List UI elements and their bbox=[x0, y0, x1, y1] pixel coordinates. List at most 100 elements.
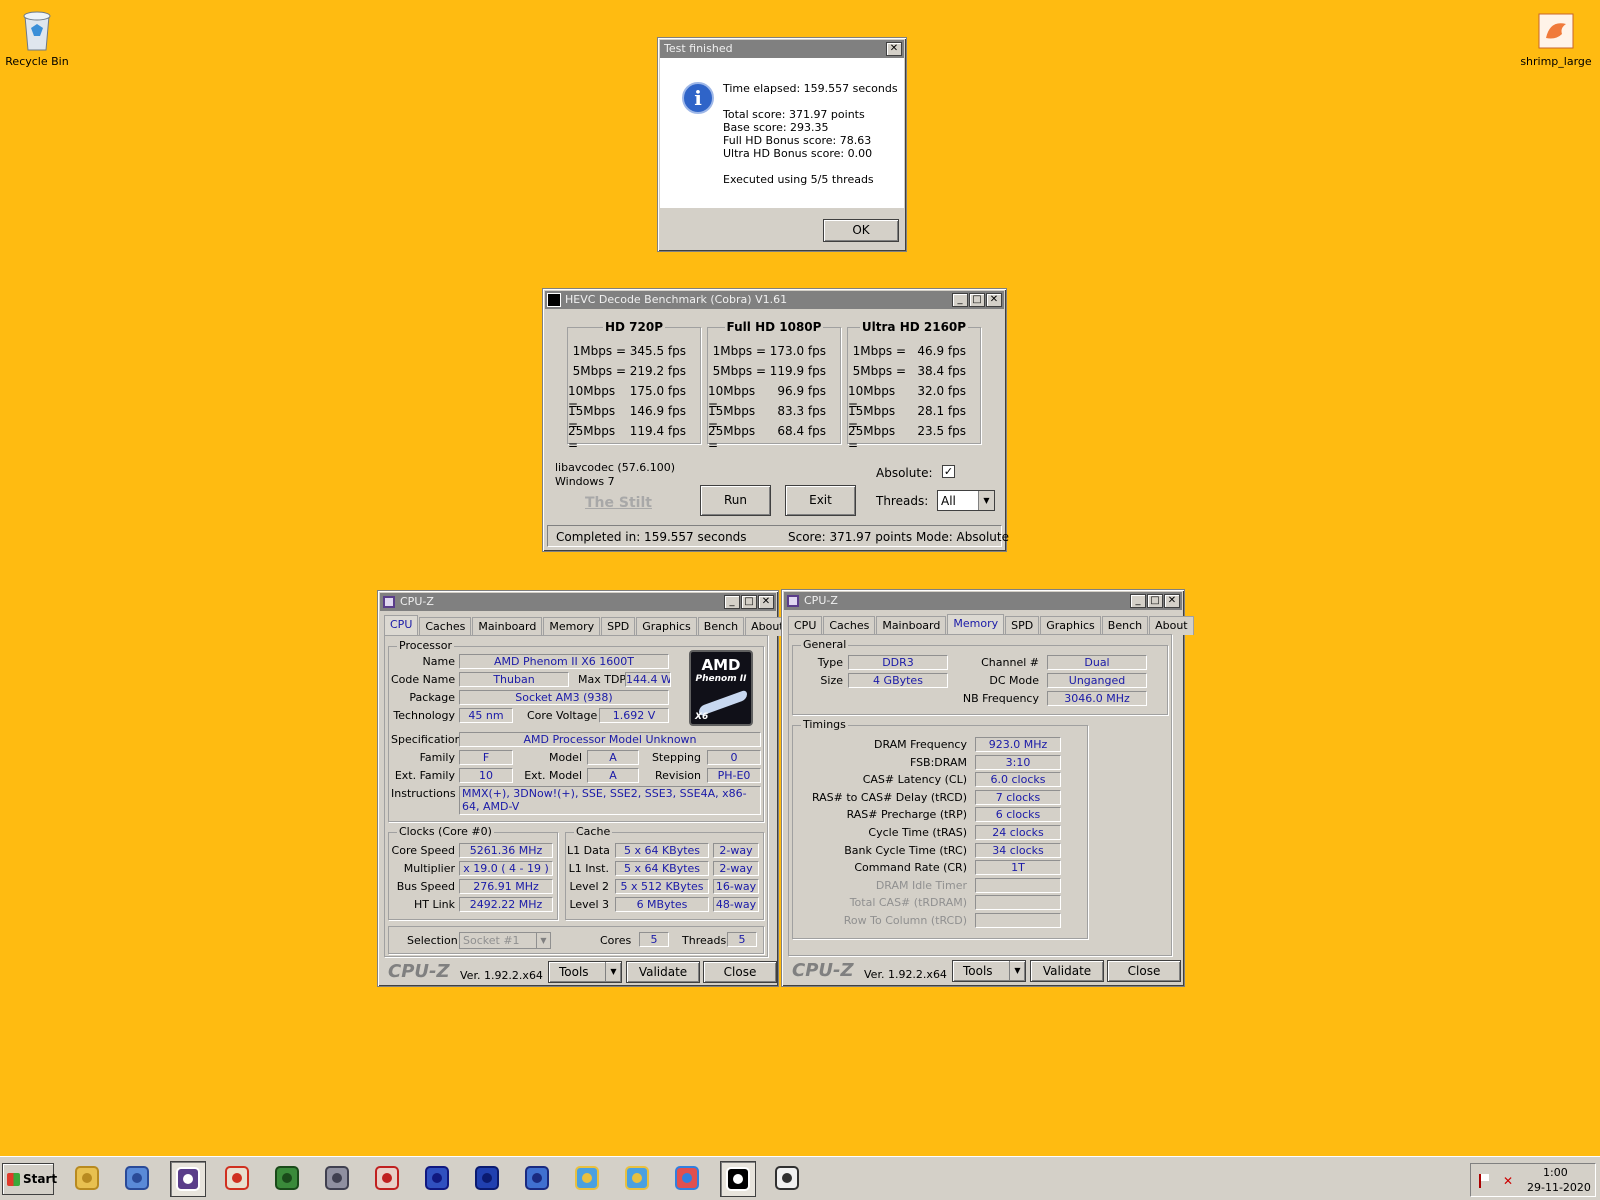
time-elapsed-text: Time elapsed: 159.557 seconds bbox=[723, 82, 898, 95]
timing-label: Cycle Time (tRAS) bbox=[868, 826, 967, 839]
cpuz-app-icon bbox=[383, 596, 395, 608]
tab-mainboard[interactable]: Mainboard bbox=[876, 616, 947, 635]
tab-bench[interactable]: Bench bbox=[697, 617, 745, 636]
x6-logo-text: X6 bbox=[695, 712, 709, 722]
tab-mainboard[interactable]: Mainboard bbox=[472, 617, 543, 636]
cinebench-red-icon[interactable] bbox=[370, 1161, 406, 1197]
close-button[interactable]: Close bbox=[703, 961, 777, 983]
fps-value: 96.9 fps bbox=[777, 384, 826, 398]
tools-button[interactable]: Tools ▼ bbox=[548, 961, 622, 983]
tab-graphics[interactable]: Graphics bbox=[636, 617, 697, 636]
author-link[interactable]: The Stilt bbox=[585, 495, 652, 511]
base-score-text: Base score: 293.35 bbox=[723, 121, 829, 134]
globe-blue-icon[interactable] bbox=[420, 1161, 456, 1197]
model-label: Model bbox=[548, 751, 582, 764]
colorful-kite-icon[interactable] bbox=[670, 1161, 706, 1197]
flag-icon[interactable] bbox=[1479, 1174, 1489, 1188]
network-folder-2-icon[interactable] bbox=[620, 1161, 656, 1197]
hevc-titlebar[interactable]: HEVC Decode Benchmark (Cobra) V1.61 _ □ ✕ bbox=[545, 291, 1004, 309]
clock-time[interactable]: 1:00 bbox=[1543, 1166, 1568, 1179]
family-value: F bbox=[459, 750, 513, 765]
chevron-down-icon[interactable]: ▼ bbox=[605, 962, 621, 982]
tab-memory[interactable]: Memory bbox=[947, 614, 1005, 635]
model-value: A bbox=[587, 750, 639, 765]
close-icon[interactable]: ✕ bbox=[886, 42, 902, 56]
family-label: Family bbox=[419, 751, 455, 764]
codename-label: Code Name bbox=[391, 673, 456, 686]
fps-value: 175.0 fps bbox=[629, 384, 686, 398]
threads-select[interactable]: All ▼ bbox=[937, 490, 995, 511]
cpuz-app-icon bbox=[787, 595, 799, 607]
instructions-label: Instructions bbox=[391, 787, 456, 800]
maximize-icon[interactable]: □ bbox=[1147, 594, 1163, 608]
codename-value: Thuban bbox=[459, 672, 569, 687]
tab-about[interactable]: About bbox=[1149, 616, 1194, 635]
close-icon[interactable]: ✕ bbox=[1164, 594, 1180, 608]
orb-blue-icon[interactable] bbox=[470, 1161, 506, 1197]
hevc-app-icon bbox=[547, 293, 561, 307]
minimize-icon[interactable]: _ bbox=[1130, 594, 1146, 608]
fan-icon[interactable] bbox=[320, 1161, 356, 1197]
tab-cpu[interactable]: CPU bbox=[384, 615, 419, 636]
selection-dropdown[interactable]: Socket #1 ▼ bbox=[459, 932, 551, 949]
tab-spd[interactable]: SPD bbox=[1005, 616, 1040, 635]
dialog-titlebar[interactable]: Test finished ✕ bbox=[660, 40, 904, 58]
tab-cpu[interactable]: CPU bbox=[788, 616, 823, 635]
cinema-icon[interactable] bbox=[520, 1161, 556, 1197]
validate-button[interactable]: Validate bbox=[1030, 960, 1104, 982]
tools-button-label: Tools bbox=[559, 965, 589, 979]
hevc-taskbar-icon[interactable] bbox=[720, 1161, 756, 1197]
timing-value: 7 clocks bbox=[975, 789, 1061, 805]
tab-bench[interactable]: Bench bbox=[1101, 616, 1149, 635]
cpuz-title: CPU-Z bbox=[804, 594, 838, 607]
cpuz-memory-titlebar[interactable]: CPU-Z _ □ ✕ bbox=[784, 592, 1182, 610]
maximize-icon[interactable]: □ bbox=[969, 293, 985, 307]
maximize-icon[interactable]: □ bbox=[741, 595, 757, 609]
window-icon[interactable] bbox=[770, 1161, 806, 1197]
close-button[interactable]: Close bbox=[1107, 960, 1181, 982]
channel-value: Dual bbox=[1047, 655, 1147, 670]
ok-button[interactable]: OK bbox=[823, 219, 899, 242]
tab-caches[interactable]: Caches bbox=[419, 617, 472, 636]
tab-caches[interactable]: Caches bbox=[823, 616, 876, 635]
system-properties-icon[interactable] bbox=[120, 1161, 156, 1197]
specification-label: Specification bbox=[391, 733, 462, 746]
close-icon[interactable]: ✕ bbox=[758, 595, 774, 609]
tab-spd[interactable]: SPD bbox=[601, 617, 636, 636]
multiplier-label: Multiplier bbox=[403, 862, 455, 875]
validate-button[interactable]: Validate bbox=[626, 961, 700, 983]
status-bar: Completed in: 159.557 seconds Score: 371… bbox=[547, 525, 1009, 547]
name-label: Name bbox=[422, 655, 455, 668]
desktop-icon-recycle-bin[interactable]: Recycle Bin bbox=[0, 8, 77, 68]
chevron-down-icon[interactable]: ▼ bbox=[1009, 961, 1025, 981]
gpu-icon[interactable] bbox=[270, 1161, 306, 1197]
os-version: Windows 7 bbox=[555, 475, 615, 488]
run-button[interactable]: Run bbox=[700, 485, 771, 516]
chevron-down-icon[interactable]: ▼ bbox=[978, 491, 994, 510]
chevron-down-icon[interactable]: ▼ bbox=[536, 933, 550, 948]
desktop-icon-shrimp-large[interactable]: shrimp_large bbox=[1516, 8, 1596, 68]
core-speed-label: Core Speed bbox=[391, 844, 455, 857]
start-button[interactable]: Start bbox=[2, 1163, 57, 1195]
size-value: 4 GBytes bbox=[848, 673, 948, 688]
nb-frequency-value: 3046.0 MHz bbox=[1047, 691, 1147, 706]
absolute-checkbox[interactable]: ✓ bbox=[942, 465, 955, 478]
minimize-icon[interactable]: _ bbox=[724, 595, 740, 609]
cpuz-cpu-titlebar[interactable]: CPU-Z _ □ ✕ bbox=[380, 593, 776, 611]
cpuz-taskbar-icon[interactable] bbox=[170, 1161, 206, 1197]
tab-memory[interactable]: Memory bbox=[543, 617, 601, 636]
exit-button[interactable]: Exit bbox=[785, 485, 856, 516]
speaker-muted-icon[interactable]: ✕ bbox=[1503, 1174, 1517, 1188]
memory-tab-panel: General Type DDR3 Channel # Dual Size 4 … bbox=[788, 634, 1172, 956]
tab-graphics[interactable]: Graphics bbox=[1040, 616, 1101, 635]
clock-date[interactable]: 29-11-2020 bbox=[1527, 1181, 1591, 1194]
tools-button[interactable]: Tools ▼ bbox=[952, 960, 1026, 982]
network-folder-icon[interactable] bbox=[570, 1161, 606, 1197]
folder-icon[interactable] bbox=[70, 1161, 106, 1197]
cpu-tab-panel: Processor Name AMD Phenom II X6 1600T Co… bbox=[384, 635, 768, 957]
timings-group-label: Timings bbox=[801, 718, 848, 731]
ext-model-value: A bbox=[587, 768, 639, 783]
thermometer-icon[interactable] bbox=[220, 1161, 256, 1197]
minimize-icon[interactable]: _ bbox=[952, 293, 968, 307]
close-icon[interactable]: ✕ bbox=[986, 293, 1002, 307]
